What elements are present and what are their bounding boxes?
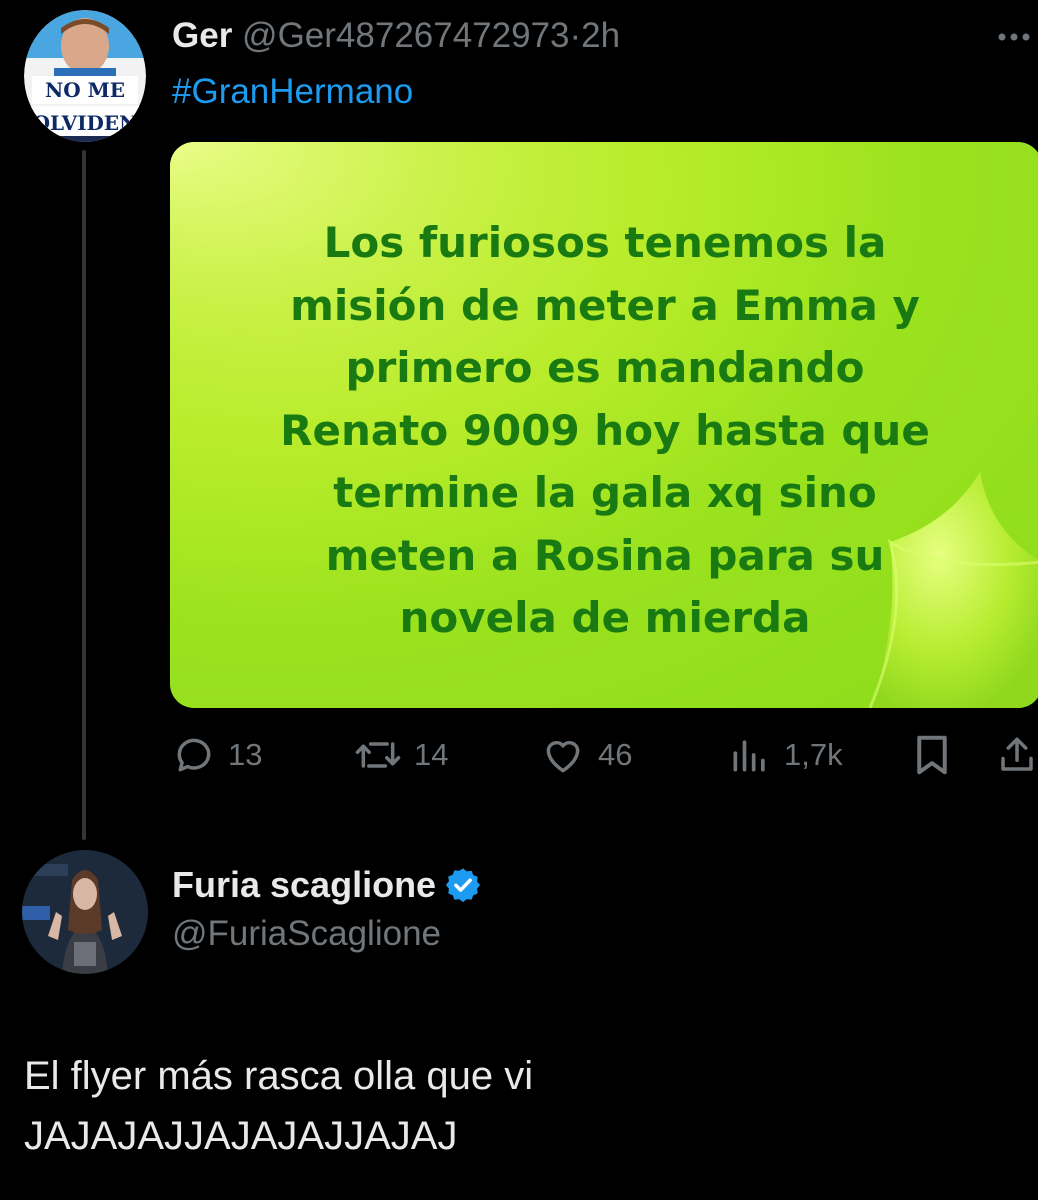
reply-author-handle[interactable]: @FuriaScaglione bbox=[172, 914, 441, 954]
more-options-icon[interactable] bbox=[992, 22, 1038, 52]
retweet-count: 14 bbox=[414, 737, 449, 772]
reply-count: 13 bbox=[228, 737, 263, 772]
like-count: 46 bbox=[598, 737, 633, 772]
retweet-button[interactable]: 14 bbox=[354, 730, 448, 780]
reply-icon bbox=[177, 738, 211, 772]
verified-badge-icon[interactable] bbox=[444, 866, 482, 904]
like-button[interactable]: 46 bbox=[540, 730, 632, 780]
author-handle[interactable]: @Ger487267472973 bbox=[242, 16, 569, 55]
meta-separator: · bbox=[569, 16, 582, 55]
thread-connector-line bbox=[82, 150, 86, 840]
heart-icon bbox=[546, 741, 580, 773]
flyer-text: Los furiosos tenemos la misión de meter … bbox=[280, 218, 930, 642]
retweet-icon bbox=[355, 742, 401, 768]
author-name[interactable]: Ger bbox=[172, 16, 232, 55]
bookmark-button[interactable] bbox=[912, 730, 952, 780]
hashtag-link[interactable]: #GranHermano bbox=[172, 72, 413, 112]
reply-button[interactable]: 13 bbox=[172, 730, 262, 780]
view-count: 1,7k bbox=[784, 737, 843, 772]
share-button[interactable] bbox=[996, 730, 1038, 780]
tweet-action-bar: 13 14 46 1,7k bbox=[172, 730, 1038, 780]
views-chart-icon bbox=[733, 740, 765, 772]
reply-author-name-row: Furia scaglione bbox=[172, 864, 482, 906]
avatar-image bbox=[22, 850, 148, 974]
tweet-header: Ger @Ger487267472973·2h bbox=[172, 16, 620, 56]
avatar[interactable] bbox=[22, 850, 148, 974]
svg-text:NO ME: NO ME bbox=[45, 78, 125, 102]
svg-text:OLVIDEN: OLVIDEN bbox=[33, 111, 138, 135]
views-button[interactable]: 1,7k bbox=[728, 730, 843, 780]
reply-author-name[interactable]: Furia scaglione bbox=[172, 864, 436, 906]
bookmark-icon bbox=[917, 735, 947, 775]
avatar[interactable]: NO ME OLVIDEN bbox=[24, 10, 146, 142]
tweet-image[interactable]: Los furiosos tenemos la misión de meter … bbox=[170, 142, 1038, 708]
avatar-image: NO ME OLVIDEN bbox=[24, 10, 146, 142]
reply-text: El flyer más rasca olla que vi JAJAJAJJA… bbox=[24, 1054, 534, 1158]
tweet-timestamp[interactable]: 2h bbox=[581, 16, 620, 55]
share-icon bbox=[1001, 737, 1033, 771]
